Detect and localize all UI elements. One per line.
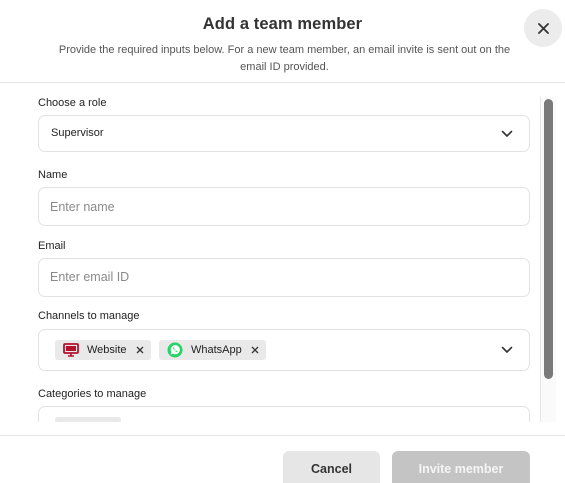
email-label: Email [38,240,66,252]
category-chip [55,417,121,422]
close-button[interactable] [524,9,562,47]
channel-chip-label: WhatsApp [191,344,242,356]
cancel-button[interactable]: Cancel [283,451,380,483]
dialog-footer: Cancel Invite member [0,435,565,483]
remove-chip-icon[interactable] [251,346,259,354]
invite-member-button[interactable]: Invite member [392,451,530,483]
channels-select[interactable]: Website WhatsApp [38,329,530,371]
name-placeholder: Enter name [50,200,115,214]
remove-chip-icon[interactable] [136,346,144,354]
dialog-title: Add a team member [202,15,363,33]
channel-chip-whatsapp: WhatsApp [159,340,266,360]
channel-chip-website: Website [55,340,151,360]
role-value: Supervisor [51,127,104,139]
categories-select[interactable] [38,406,530,422]
email-input[interactable]: Enter email ID [38,258,530,297]
form-body: Choose a role Supervisor Name Enter name… [0,84,565,422]
channels-label: Channels to manage [38,310,140,322]
whatsapp-icon [167,342,183,358]
dialog-subtitle: Provide the required inputs below. For a… [58,44,511,73]
name-input[interactable]: Enter name [38,187,530,226]
add-team-member-dialog: Add a team member Provide the required i… [0,0,565,483]
role-label: Choose a role [38,97,107,109]
monitor-icon [63,343,79,357]
name-label: Name [38,169,68,181]
chevron-down-icon [501,346,513,353]
email-placeholder: Enter email ID [50,270,130,284]
close-icon [537,22,549,34]
role-select[interactable]: Supervisor [38,115,530,152]
categories-label: Categories to manage [38,388,147,400]
dialog-header: Add a team member Provide the required i… [0,0,565,83]
scrollbar-thumb[interactable] [544,99,553,379]
chevron-down-icon [501,130,513,137]
channel-chip-label: Website [87,344,127,356]
